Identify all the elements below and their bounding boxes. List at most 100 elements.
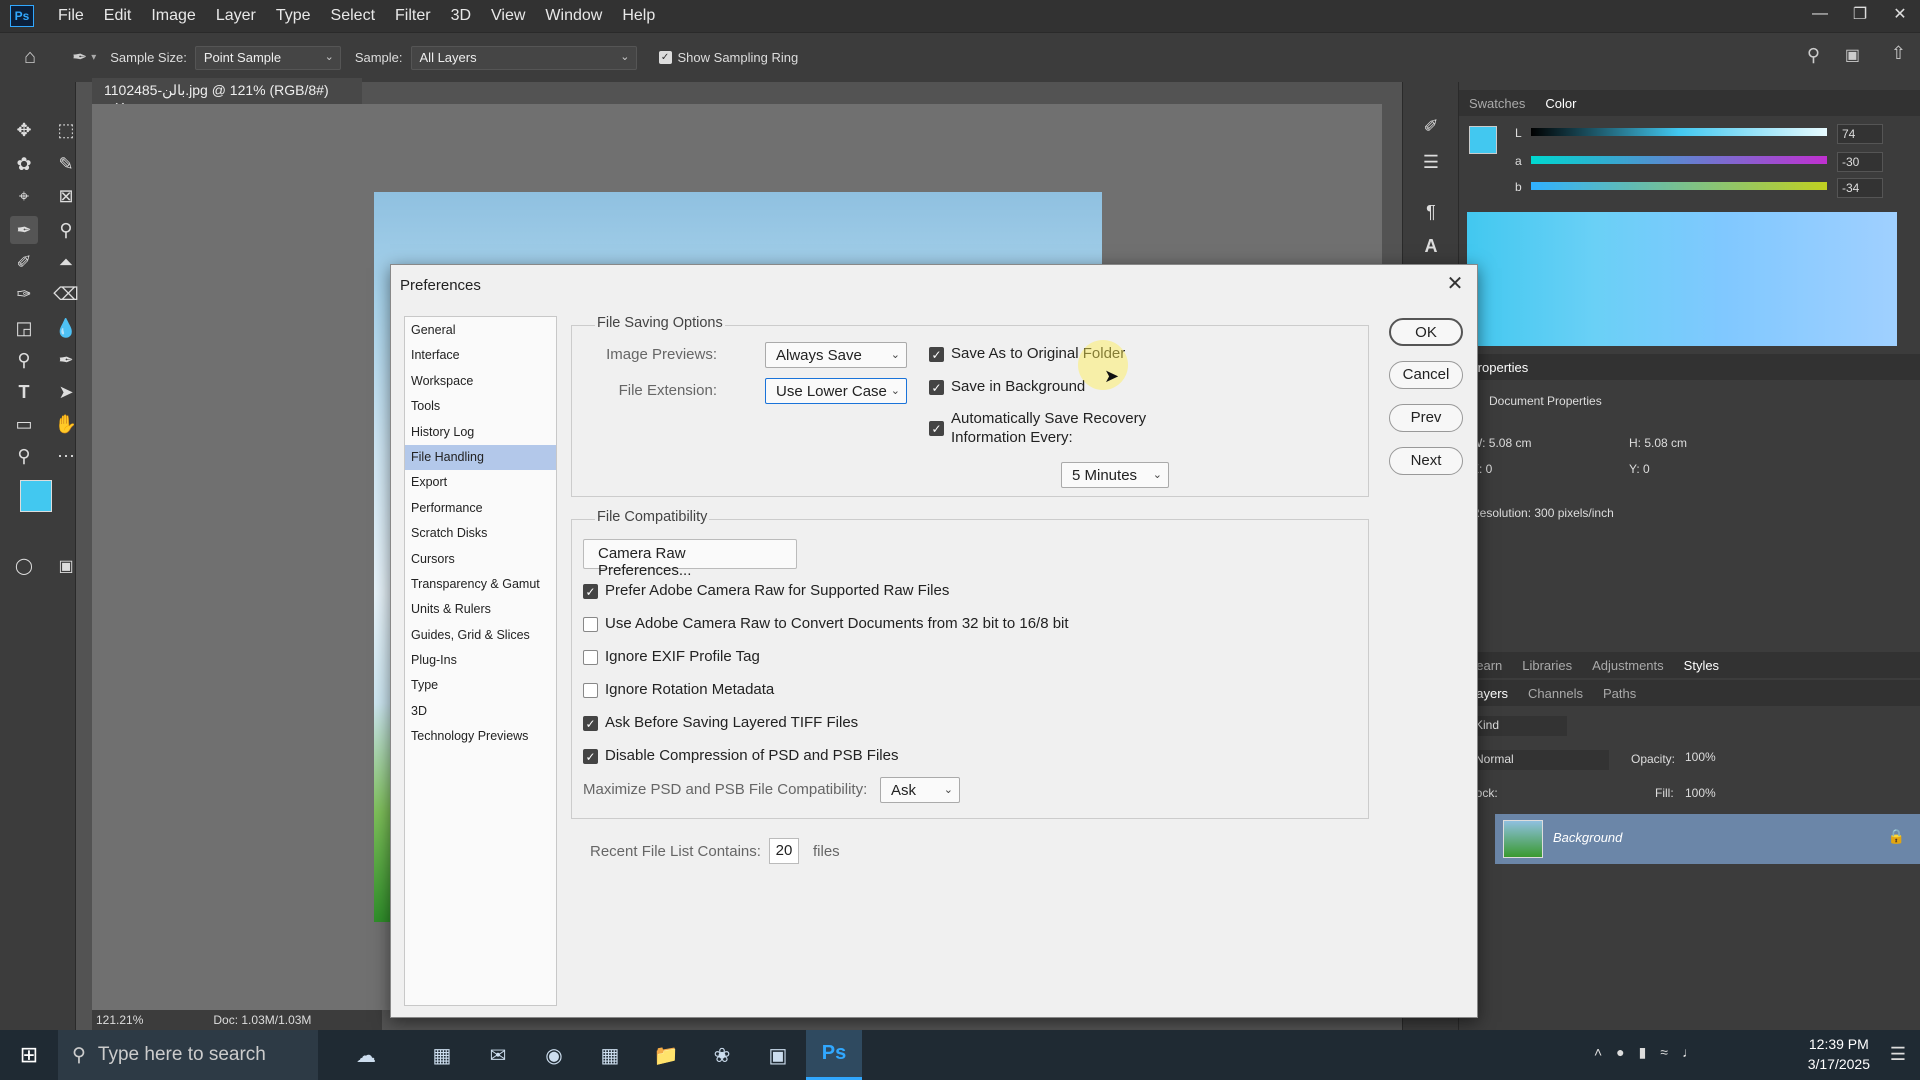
system-clock[interactable]: 12:39 PM 3/17/2025: [1808, 1034, 1870, 1074]
tab-swatches[interactable]: Swatches: [1459, 96, 1535, 111]
sidebar-item-tools[interactable]: Tools: [405, 394, 556, 419]
height-value[interactable]: H: 5.08 cm: [1629, 436, 1687, 450]
quick-select-tool-icon[interactable]: ✎: [52, 150, 80, 178]
stamp-tool-icon[interactable]: ⏶: [52, 248, 80, 276]
restore-icon[interactable]: ❐: [1840, 0, 1880, 28]
workspace-icon[interactable]: ▣: [1845, 45, 1860, 65]
foreground-color-swatch[interactable]: [20, 480, 52, 512]
sidebar-item-history-log[interactable]: History Log: [405, 420, 556, 445]
close-window-icon[interactable]: ✕: [1880, 0, 1920, 28]
recent-file-count-input[interactable]: 20: [769, 838, 799, 864]
sidebar-item-scratch-disks[interactable]: Scratch Disks: [405, 521, 556, 546]
dodge-tool-icon[interactable]: ⚲: [10, 346, 38, 374]
share-icon[interactable]: ⇧: [1891, 43, 1906, 64]
layer-row-background[interactable]: Background 🔒: [1495, 814, 1920, 864]
home-icon[interactable]: ⌂: [24, 46, 36, 69]
sidebar-item-performance[interactable]: Performance: [405, 496, 556, 521]
edge-browser-icon[interactable]: ◉: [526, 1030, 582, 1080]
camera-raw-preferences-button[interactable]: Camera Raw Preferences...: [583, 539, 797, 579]
file-explorer-icon[interactable]: 📁: [638, 1030, 694, 1080]
notifications-icon[interactable]: ☰: [1890, 1044, 1906, 1065]
eraser-tool-icon[interactable]: ⌫: [52, 280, 80, 308]
menu-filter[interactable]: Filter: [385, 7, 441, 25]
rectangle-tool-icon[interactable]: ▭: [10, 410, 38, 438]
crop-tool-icon[interactable]: ⌖: [10, 182, 38, 210]
healing-tool-icon[interactable]: ⚲: [52, 216, 80, 244]
windows-start-icon[interactable]: ⊞: [0, 1030, 58, 1080]
layer-name[interactable]: Background: [1553, 830, 1622, 845]
show-sampling-ring-checkbox[interactable]: ✓ Show Sampling Ring: [658, 50, 798, 65]
blur-tool-icon[interactable]: 💧: [52, 314, 80, 342]
compat-option-checkbox[interactable]: [583, 650, 598, 665]
photoshop-taskbar-icon[interactable]: Ps: [806, 1030, 862, 1080]
blend-mode-select[interactable]: Normal: [1469, 750, 1609, 770]
next-button[interactable]: Next: [1389, 447, 1463, 475]
compat-option-checkbox[interactable]: [583, 683, 598, 698]
fill-value[interactable]: 100%: [1685, 786, 1716, 800]
compat-option-checkbox[interactable]: ✓: [583, 716, 598, 731]
history-brush-icon[interactable]: ✑: [10, 280, 38, 308]
tab-libraries[interactable]: Libraries: [1512, 658, 1582, 673]
sample-select[interactable]: All Layers ⌄: [410, 45, 637, 70]
b-value[interactable]: -34: [1837, 178, 1883, 198]
sidebar-item-technology-previews[interactable]: Technology Previews: [405, 724, 556, 749]
quick-mask-icon[interactable]: ◯: [10, 552, 38, 580]
news-widget-icon[interactable]: ☁: [318, 1030, 414, 1080]
sidebar-item-workspace[interactable]: Workspace: [405, 369, 556, 394]
paragraph-icon[interactable]: ¶: [1417, 198, 1445, 226]
screen-mode-icon[interactable]: ▣: [52, 552, 80, 580]
color-ramp[interactable]: [1467, 212, 1897, 346]
menu-window[interactable]: Window: [535, 7, 612, 25]
character-icon[interactable]: A: [1417, 232, 1445, 260]
sidebar-item-guides-grid-slices[interactable]: Guides, Grid & Slices: [405, 623, 556, 648]
menu-layer[interactable]: Layer: [206, 7, 266, 25]
sidebar-item-cursors[interactable]: Cursors: [405, 547, 556, 572]
a-value[interactable]: -30: [1837, 152, 1883, 172]
l-value[interactable]: 74: [1837, 124, 1883, 144]
paint-bucket-icon[interactable]: ◲: [10, 314, 38, 342]
frame-tool-icon[interactable]: ⊠: [52, 182, 80, 210]
compat-option-checkbox[interactable]: ✓: [583, 584, 598, 599]
maximize-compat-select[interactable]: Ask ⌄: [880, 777, 960, 803]
adjustments-icon[interactable]: ☰: [1417, 148, 1445, 176]
brush-settings-icon[interactable]: ✐: [1417, 112, 1445, 140]
menu-select[interactable]: Select: [321, 7, 385, 25]
pen-tool-icon[interactable]: ✒: [52, 346, 80, 374]
a-slider[interactable]: [1531, 156, 1827, 164]
auto-save-interval-select[interactable]: 5 Minutes ⌄: [1061, 462, 1169, 488]
save-original-folder-checkbox[interactable]: ✓: [929, 347, 944, 362]
marquee-tool-icon[interactable]: ⬚: [52, 116, 80, 144]
sidebar-item-general[interactable]: General: [405, 318, 556, 343]
close-icon[interactable]: ✕: [1443, 271, 1467, 295]
sidebar-item-export[interactable]: Export: [405, 470, 556, 495]
cancel-button[interactable]: Cancel: [1389, 361, 1463, 389]
brush-tool-icon[interactable]: ✐: [10, 248, 38, 276]
zoom-tool-icon[interactable]: ⚲: [10, 442, 38, 470]
auto-save-checkbox[interactable]: ✓: [929, 421, 944, 436]
search-icon[interactable]: ⚲: [1807, 45, 1820, 66]
menu-edit[interactable]: Edit: [94, 7, 142, 25]
paint-app-icon[interactable]: ❀: [694, 1030, 750, 1080]
l-slider[interactable]: [1531, 128, 1827, 136]
zoom-level[interactable]: 121.21%: [96, 1013, 143, 1027]
tab-channels[interactable]: Channels: [1518, 686, 1593, 701]
mail-icon[interactable]: ✉: [470, 1030, 526, 1080]
eyedropper-tool-icon[interactable]: ✒: [10, 216, 38, 244]
app-window-icon[interactable]: ▣: [750, 1030, 806, 1080]
color-panel-swatch[interactable]: [1469, 126, 1497, 154]
prev-button[interactable]: Prev: [1389, 404, 1463, 432]
taskbar-search-box[interactable]: ⚲ Type here to search: [58, 1030, 318, 1080]
task-view-icon[interactable]: ▦: [414, 1030, 470, 1080]
compat-option-checkbox[interactable]: ✓: [583, 749, 598, 764]
sidebar-item-type[interactable]: Type: [405, 673, 556, 698]
sample-size-select[interactable]: Point Sample ⌄: [194, 45, 341, 70]
system-tray-icons[interactable]: ˄●▮≈♩: [1594, 1044, 1710, 1061]
menu-view[interactable]: View: [481, 7, 535, 25]
opacity-value[interactable]: 100%: [1685, 750, 1716, 764]
ok-button[interactable]: OK: [1389, 318, 1463, 346]
chevron-down-icon[interactable]: ▾: [91, 52, 96, 63]
move-tool-icon[interactable]: ✥: [10, 116, 38, 144]
width-value[interactable]: W: 5.08 cm: [1471, 436, 1531, 450]
sidebar-item-file-handling[interactable]: File Handling: [405, 444, 556, 471]
sidebar-item-plug-ins[interactable]: Plug-Ins: [405, 648, 556, 673]
